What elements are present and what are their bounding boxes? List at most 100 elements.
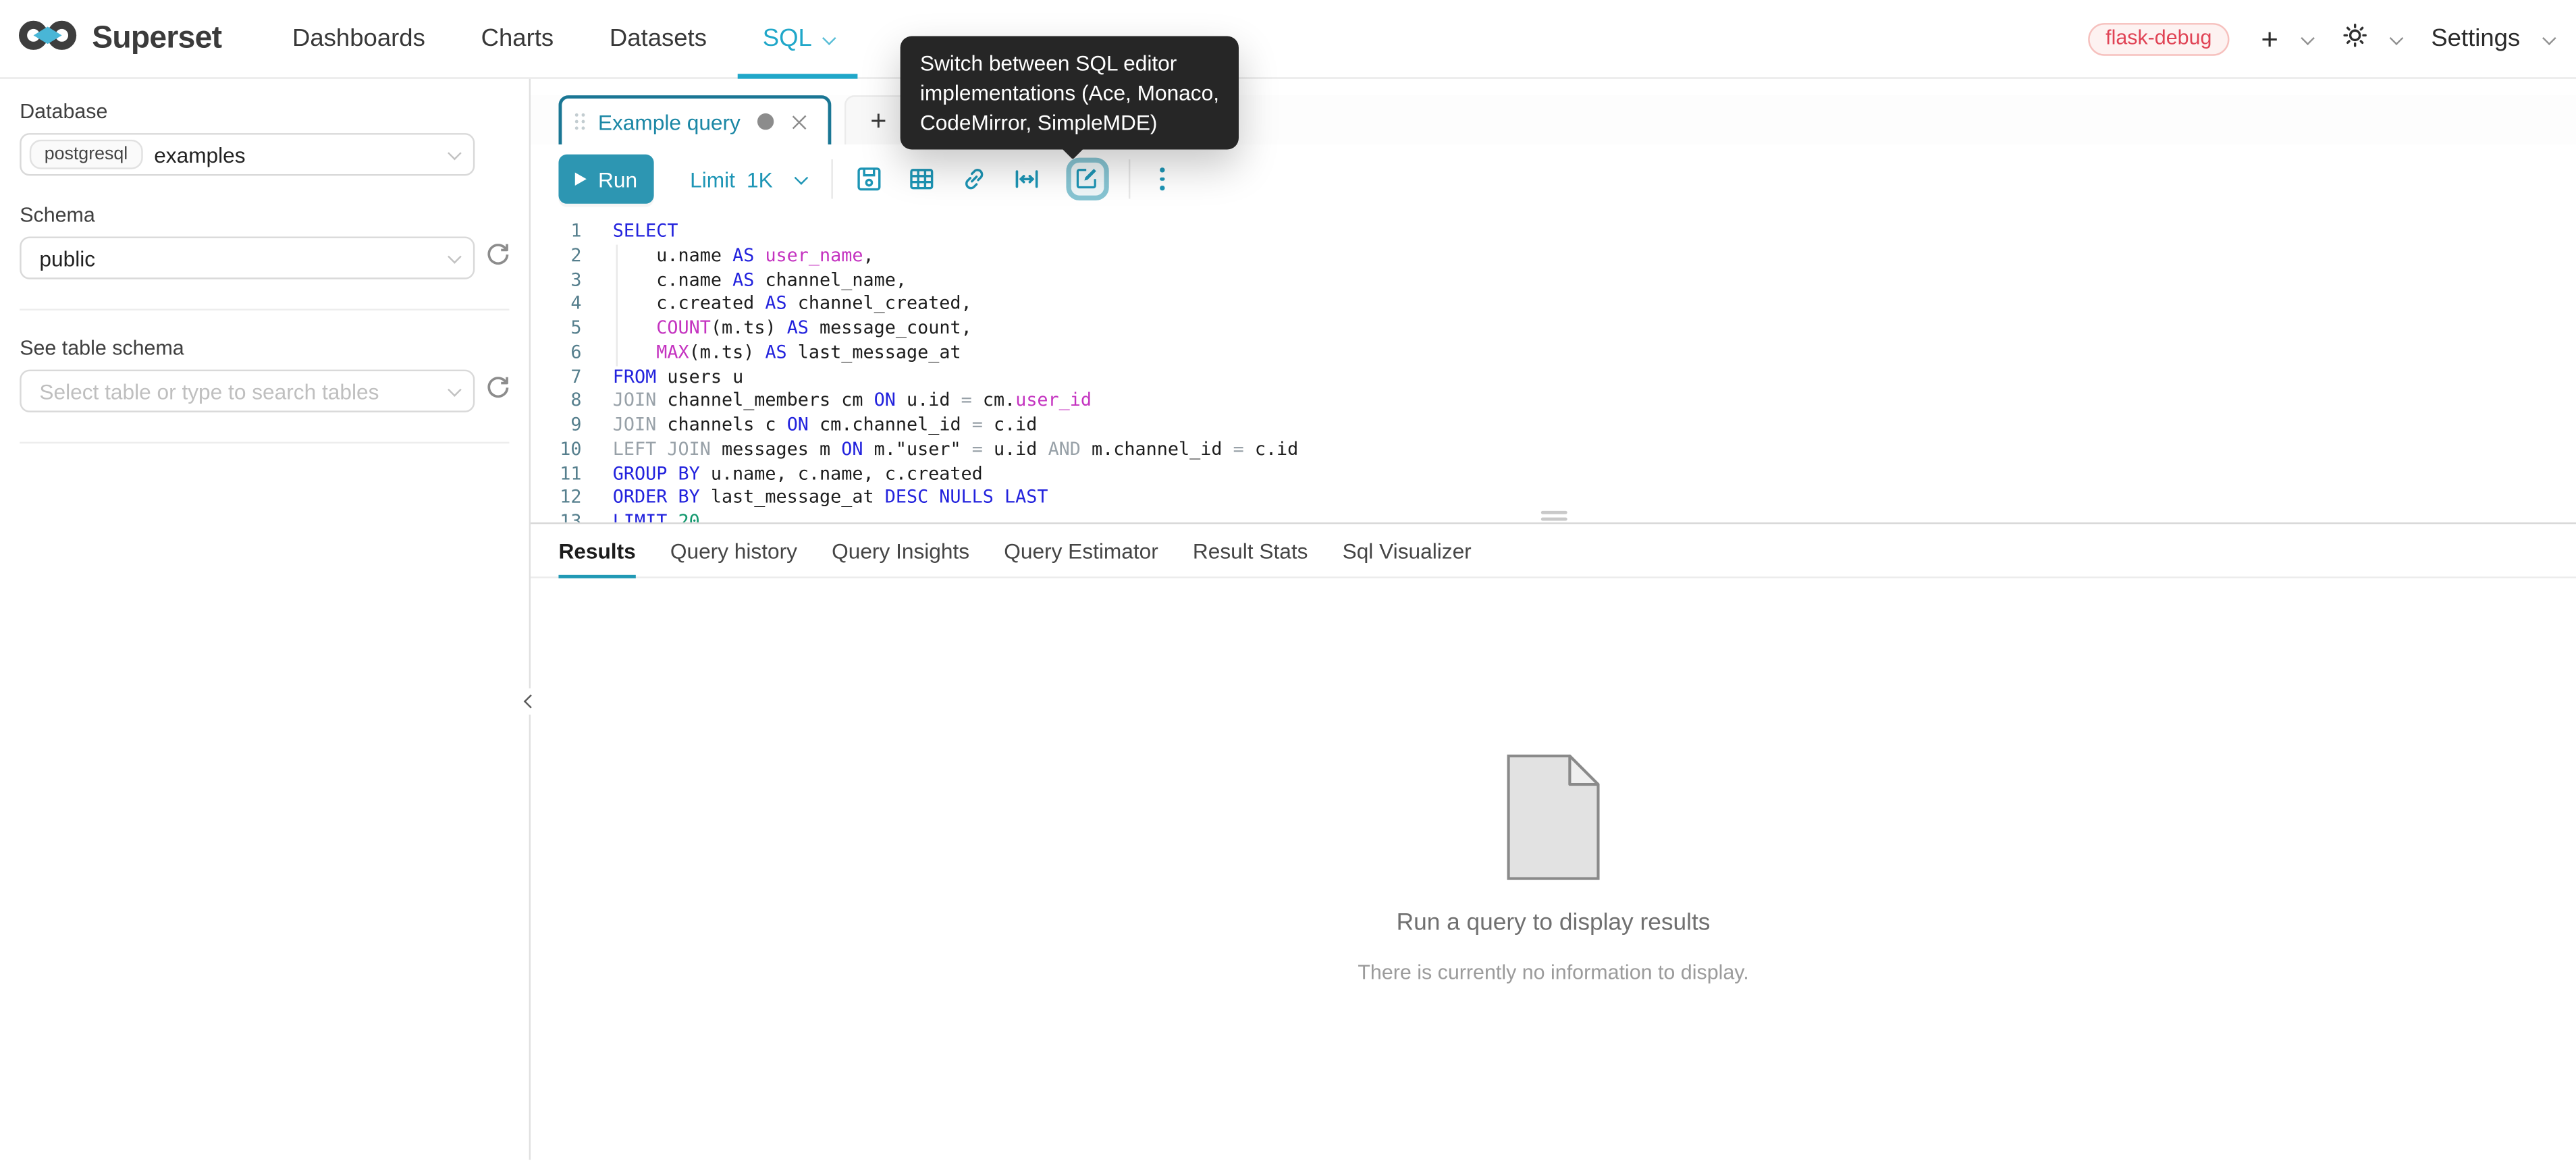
- code-text: JOIN channels c ON cm.channel_id = c.id: [613, 414, 1038, 438]
- code-text: c.created AS channel_created,: [613, 293, 972, 317]
- splitter-grip-icon: [1540, 518, 1567, 521]
- switch-editor-button[interactable]: [1067, 158, 1109, 200]
- sidebar-divider: [20, 309, 509, 310]
- line-number: 2: [531, 244, 581, 269]
- code-text: JOIN channel_members cm ON u.id = cm.use…: [613, 389, 1092, 414]
- refresh-schemas-icon[interactable]: [485, 241, 511, 275]
- database-value: examples: [154, 142, 245, 167]
- code-line: 3 c.name AS channel_name,: [531, 269, 2576, 293]
- database-select[interactable]: postgresql examples: [20, 133, 475, 176]
- environment-badge: flask-debug: [2087, 22, 2230, 55]
- code-line: 4 c.created AS channel_created,: [531, 293, 2576, 317]
- south-tab-query-insights[interactable]: Query Insights: [832, 524, 969, 576]
- editor-tabstrip: Example query +: [531, 95, 2576, 144]
- tooltip-text: Switch between SQL editorimplementations…: [920, 49, 1219, 137]
- table-schema-label: See table schema: [20, 337, 516, 360]
- app-root: Superset Dashboards Charts Datasets SQL fla…: [0, 0, 2576, 1161]
- nav-right: flask-debug + Settings: [2087, 22, 2576, 55]
- sql-editor-panel: Example query + Run Limit 1K: [531, 79, 2576, 1160]
- line-number: 10: [531, 438, 581, 462]
- code-text: ORDER BY last_message_at DESC NULLS LAST: [613, 487, 1048, 511]
- code-line: 5 COUNT(m.ts) AS message_count,: [531, 317, 2576, 342]
- database-label: Database: [20, 100, 516, 123]
- main-layout: Database postgresql examples Schema publ…: [0, 79, 2576, 1160]
- play-icon: [575, 173, 587, 186]
- limit-dropdown[interactable]: Limit 1K: [690, 167, 805, 192]
- code-line: 7FROM users u: [531, 365, 2576, 389]
- line-number: 1: [531, 220, 581, 244]
- chevron-down-icon: [448, 383, 462, 397]
- nav-item-datasets[interactable]: Datasets: [582, 0, 735, 78]
- close-tab-icon[interactable]: [790, 113, 808, 131]
- empty-document-icon: [1507, 754, 1601, 889]
- south-tab-results[interactable]: Results: [558, 524, 635, 576]
- code-line: 11 GROUP BY u.name, c.name, c.created: [531, 462, 2576, 487]
- editor-tab-example-query[interactable]: Example query: [558, 95, 830, 144]
- chevron-left-icon: [524, 695, 538, 709]
- code-text: MAX(m.ts) AS last_message_at: [613, 342, 961, 366]
- line-number: 12: [531, 487, 581, 511]
- nav-item-label: Datasets: [610, 25, 707, 53]
- south-tab-query-history[interactable]: Query history: [670, 524, 797, 576]
- theme-dropdown[interactable]: [2342, 22, 2400, 55]
- line-number: 13: [531, 511, 581, 522]
- database-section: Database postgresql examples: [20, 100, 516, 176]
- sql-code-editor[interactable]: 1 SELECT2 u.name AS user_name,3 c.name AS…: [531, 213, 2576, 522]
- south-tab-sql-visualizer[interactable]: Sql Visualizer: [1343, 524, 1472, 576]
- settings-dropdown[interactable]: Settings: [2431, 25, 2553, 53]
- more-options-icon[interactable]: [1150, 165, 1175, 194]
- schema-label: Schema: [20, 204, 516, 227]
- superset-logo[interactable]: Superset: [15, 19, 221, 58]
- code-lines: 1 SELECT2 u.name AS user_name,3 c.name AS…: [531, 220, 2576, 522]
- code-line: 6 MAX(m.ts) AS last_message_at: [531, 342, 2576, 366]
- empty-state-subtitle: There is currently no information to dis…: [1358, 961, 1748, 984]
- copy-link-icon[interactable]: [962, 166, 988, 192]
- unsaved-changes-dot: [757, 113, 773, 130]
- results-empty-state: Run a query to display results There is …: [531, 578, 2576, 1160]
- nav-item-label: Charts: [481, 25, 554, 53]
- south-tab-query-estimator[interactable]: Query Estimator: [1004, 524, 1158, 576]
- code-text: FROM users u: [613, 365, 743, 389]
- empty-state-title: Run a query to display results: [1397, 910, 1711, 936]
- chevron-down-icon: [448, 250, 462, 264]
- editor-toolbar: Run Limit 1K: [531, 144, 2576, 213]
- render-table-icon[interactable]: [909, 166, 936, 192]
- code-text: LEFT JOIN messages m ON m."user" = u.id …: [613, 438, 1299, 462]
- superset-logo-icon: [15, 19, 80, 58]
- sidebar-divider: [20, 442, 509, 443]
- line-number: 11: [531, 462, 581, 487]
- new-item-dropdown[interactable]: +: [2261, 24, 2311, 53]
- run-button[interactable]: Run: [558, 155, 653, 204]
- edit-editor-icon: [1075, 166, 1101, 192]
- code-text: COUNT(m.ts) AS message_count,: [613, 317, 972, 342]
- splitter-grip-icon: [1540, 511, 1567, 514]
- code-text: c.name AS channel_name,: [613, 269, 907, 293]
- drag-handle-icon[interactable]: [575, 113, 585, 130]
- code-line: 2 u.name AS user_name,: [531, 244, 2576, 269]
- nav-item-sql[interactable]: SQL: [734, 0, 861, 78]
- nav-item-charts[interactable]: Charts: [453, 0, 581, 78]
- schema-value: public: [30, 246, 95, 271]
- indent-guide: [616, 244, 618, 365]
- plus-icon: +: [2261, 24, 2278, 53]
- line-number: 6: [531, 342, 581, 366]
- nav-item-dashboards[interactable]: Dashboards: [265, 0, 454, 78]
- refresh-tables-icon[interactable]: [485, 374, 511, 408]
- code-text: GROUP BY u.name, c.name, c.created: [613, 462, 983, 487]
- schema-select[interactable]: public: [20, 236, 475, 279]
- line-number: 3: [531, 269, 581, 293]
- collapse-sidebar-button[interactable]: [520, 688, 540, 715]
- code-text: LIMIT 20: [613, 511, 700, 522]
- chevron-down-icon: [795, 171, 809, 185]
- limit-label: Limit: [690, 167, 735, 192]
- editor-switch-tooltip: Switch between SQL editorimplementations…: [901, 36, 1239, 151]
- code-text: SELECT: [613, 220, 678, 244]
- chevron-down-icon: [822, 30, 836, 45]
- line-number: 8: [531, 389, 581, 414]
- estimate-cost-icon[interactable]: [1014, 166, 1040, 192]
- table-schema-section: See table schema Select table or type to…: [20, 337, 516, 412]
- save-query-icon[interactable]: [857, 166, 883, 192]
- south-tab-result-stats[interactable]: Result Stats: [1193, 524, 1308, 576]
- table-select[interactable]: Select table or type to search tables: [20, 370, 475, 412]
- settings-label: Settings: [2431, 25, 2520, 53]
